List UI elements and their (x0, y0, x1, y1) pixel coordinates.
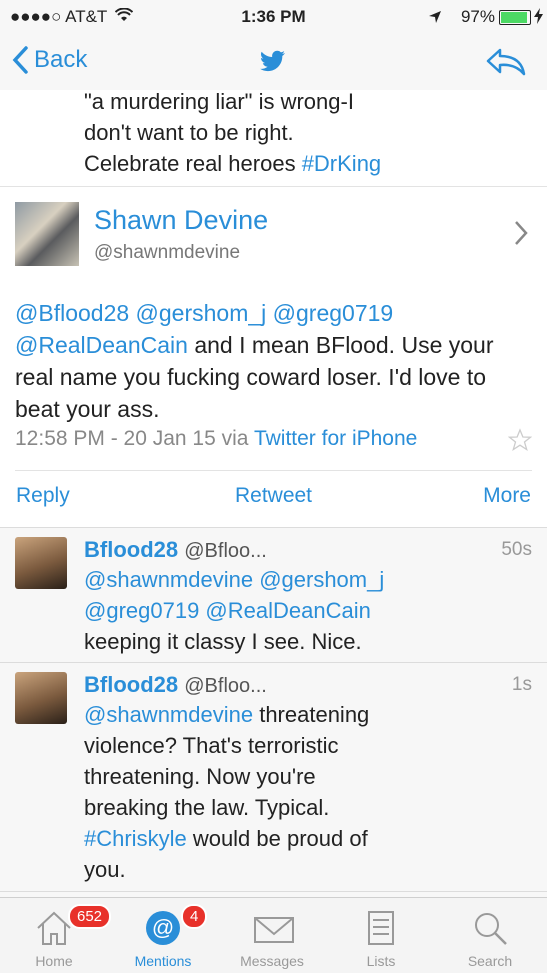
avatar[interactable] (15, 537, 67, 589)
tweet-meta: 12:58 PM - 20 Jan 15 via Twitter for iPh… (15, 427, 417, 451)
divider (0, 891, 547, 892)
more-button[interactable]: More (483, 484, 531, 508)
avatar[interactable] (15, 202, 79, 266)
hashtag-link[interactable]: #DrKing (302, 151, 381, 176)
list-item[interactable]: Bflood28 @Bfloo... 50s @shawnmdevine @ge… (0, 527, 547, 662)
tab-home[interactable]: 652 Home (0, 898, 112, 973)
reply-author[interactable]: Bflood28 @Bfloo... (84, 537, 267, 563)
author-name[interactable]: Shawn Devine (94, 205, 268, 236)
back-button[interactable]: Back (12, 46, 87, 74)
search-icon (475, 913, 507, 945)
battery-percent: 97% (460, 7, 495, 26)
back-label: Back (34, 46, 88, 73)
home-badge: 652 (68, 904, 112, 929)
replies-list: Bflood28 @Bfloo... 50s @shawnmdevine @ge… (0, 527, 547, 897)
tab-messages[interactable]: Messages (218, 898, 326, 973)
tab-bar: 652 Home @ 4 Mentions Messages Lists Sea… (0, 897, 547, 973)
tab-search[interactable]: Search (436, 898, 544, 973)
envelope-icon (254, 917, 294, 943)
previous-tweet: "a murdering liar" is wrong-I don't want… (0, 90, 547, 187)
svg-text:@: @ (152, 915, 174, 940)
tweet-timestamp: 12:58 PM - 20 Jan 15 via (15, 427, 254, 450)
reply-text: @shawnmdevine threatening violence? That… (84, 702, 370, 882)
tab-label: Messages (240, 953, 304, 969)
tab-label: Mentions (134, 953, 192, 969)
status-bar: ●●●●○ AT&T 1:36 PM 97% (0, 0, 547, 34)
previous-tweet-text: "a murdering liar" is wrong-I don't want… (84, 90, 382, 176)
tab-mentions[interactable]: @ 4 Mentions (109, 898, 217, 973)
tab-label: Search (467, 953, 513, 969)
reply-icon[interactable] (486, 48, 526, 76)
tweet-actions: Reply Retweet More (0, 484, 547, 510)
tweet-text: @Bflood28 @gershom_j @greg0719 @RealDean… (15, 300, 494, 422)
retweet-button[interactable]: Retweet (0, 484, 547, 508)
at-sign-icon: @ (146, 911, 180, 945)
mentions-badge: 4 (181, 904, 208, 929)
author-row[interactable] (0, 186, 547, 276)
tab-label: Lists (366, 953, 396, 969)
tab-label: Home (35, 953, 73, 969)
reply-age: 50s (501, 539, 532, 560)
tab-lists[interactable]: Lists (327, 898, 435, 973)
chevron-left-icon (12, 46, 28, 74)
reply-age: 1s (511, 674, 532, 695)
location-icon (428, 9, 442, 29)
reply-mentions[interactable]: @shawnmdevine (84, 702, 253, 727)
twitter-bird-icon (260, 50, 285, 72)
divider (15, 470, 532, 471)
reply-author[interactable]: Bflood28 @Bfloo... (84, 672, 267, 698)
hashtag-link[interactable]: #Chriskyle (84, 826, 187, 851)
author-handle: @shawnmdevine (94, 242, 241, 263)
reply-mentions[interactable]: @shawnmdevine @gershom_j @greg0719 @Real… (84, 567, 384, 623)
list-item[interactable]: Bflood28 @Bfloo... 1s @shawnmdevine thre… (0, 662, 547, 897)
star-icon[interactable] (508, 428, 532, 452)
reply-text: @shawnmdevine @gershom_j @greg0719 @Real… (84, 567, 385, 654)
charging-icon (534, 8, 543, 29)
navigation-bar: Back (0, 34, 547, 91)
chevron-right-icon[interactable] (514, 220, 528, 246)
list-icon (368, 911, 394, 945)
avatar[interactable] (15, 672, 67, 724)
source-link[interactable]: Twitter for iPhone (254, 427, 417, 450)
battery-icon (499, 10, 531, 25)
